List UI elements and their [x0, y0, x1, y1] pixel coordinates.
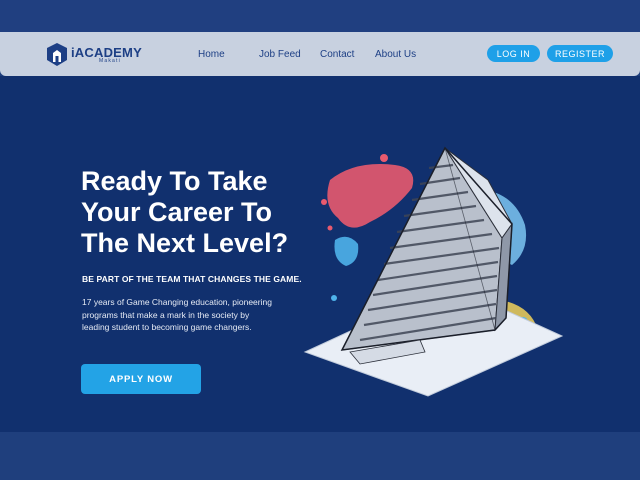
top-strip: [0, 0, 640, 32]
apply-now-button[interactable]: APPLY NOW: [81, 364, 201, 394]
iacademy-shield-logo-icon: [47, 43, 67, 66]
nav-contact[interactable]: Contact: [320, 49, 354, 60]
building-illustration-icon: [303, 146, 564, 397]
nav-about-us[interactable]: About Us: [375, 49, 416, 60]
hero-description: 17 years of Game Changing education, pio…: [82, 297, 272, 332]
navbar: iACADEMY Makati Home Job Feed Contact Ab…: [0, 32, 640, 76]
register-button[interactable]: REGISTER: [547, 45, 613, 62]
footer-band: [0, 432, 640, 480]
nav-home[interactable]: Home: [198, 49, 225, 60]
login-button[interactable]: LOG IN: [487, 45, 540, 62]
nav-job-feed[interactable]: Job Feed: [259, 49, 301, 60]
hero-tagline: BE PART OF THE TEAM THAT CHANGES THE GAM…: [82, 274, 302, 284]
brand-logo[interactable]: iACADEMY Makati: [46, 42, 142, 67]
brand-name: iACADEMY: [71, 44, 142, 60]
